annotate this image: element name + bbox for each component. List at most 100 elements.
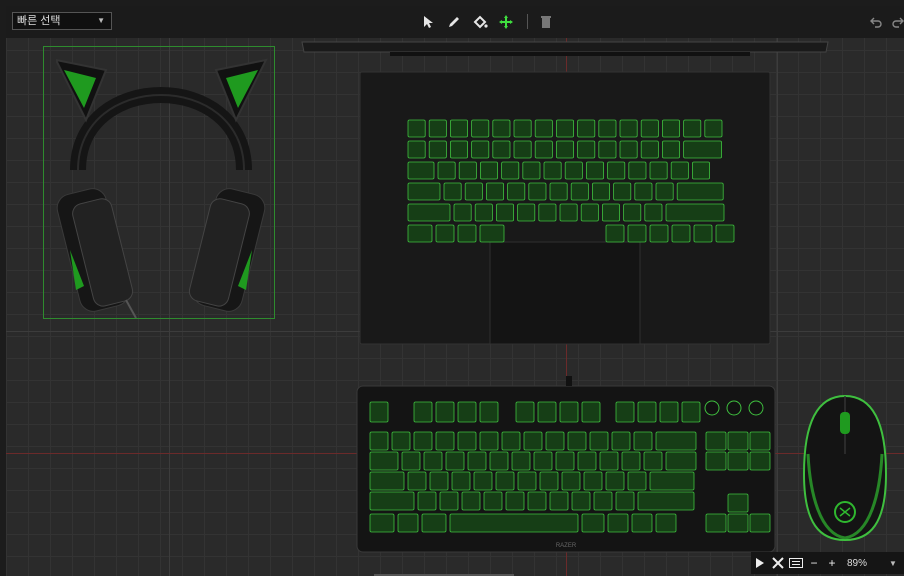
- key[interactable]: [705, 513, 727, 533]
- key[interactable]: [693, 224, 713, 243]
- pointer-tool-button[interactable]: [420, 14, 436, 30]
- key[interactable]: [591, 182, 610, 201]
- key[interactable]: [631, 513, 653, 533]
- key[interactable]: [643, 451, 663, 471]
- headset-device[interactable]: [56, 50, 276, 320]
- key[interactable]: [407, 161, 435, 180]
- key[interactable]: [474, 203, 493, 222]
- key[interactable]: [555, 451, 575, 471]
- key[interactable]: [683, 140, 723, 159]
- key[interactable]: [601, 203, 620, 222]
- key[interactable]: [727, 431, 749, 451]
- key[interactable]: [577, 451, 597, 471]
- key[interactable]: [467, 451, 487, 471]
- key[interactable]: [715, 224, 735, 243]
- key[interactable]: [407, 140, 426, 159]
- key[interactable]: [517, 203, 536, 222]
- key[interactable]: [661, 140, 680, 159]
- key[interactable]: [727, 451, 749, 471]
- key[interactable]: [369, 431, 389, 451]
- key[interactable]: [537, 401, 557, 423]
- key[interactable]: [577, 119, 596, 138]
- key[interactable]: [727, 513, 749, 533]
- key[interactable]: [538, 203, 557, 222]
- key[interactable]: [471, 119, 490, 138]
- key[interactable]: [613, 182, 632, 201]
- key[interactable]: [483, 491, 503, 511]
- key[interactable]: [534, 119, 553, 138]
- key[interactable]: [473, 471, 493, 491]
- delete-button[interactable]: [538, 14, 554, 30]
- key[interactable]: [727, 493, 749, 513]
- key[interactable]: [505, 491, 525, 511]
- key[interactable]: [417, 491, 437, 511]
- key[interactable]: [598, 140, 617, 159]
- key[interactable]: [661, 119, 680, 138]
- key[interactable]: [457, 431, 477, 451]
- key[interactable]: [581, 513, 605, 533]
- key[interactable]: [570, 182, 589, 201]
- key[interactable]: [369, 401, 389, 423]
- play-button[interactable]: [751, 553, 769, 573]
- key[interactable]: [528, 182, 547, 201]
- key[interactable]: [615, 491, 635, 511]
- zoom-out-button[interactable]: −: [805, 553, 823, 573]
- key[interactable]: [534, 140, 553, 159]
- key[interactable]: [397, 513, 419, 533]
- key[interactable]: [369, 491, 415, 511]
- key[interactable]: [681, 401, 701, 423]
- undo-button[interactable]: [868, 14, 884, 30]
- key[interactable]: [564, 161, 583, 180]
- key[interactable]: [561, 471, 581, 491]
- key[interactable]: [449, 119, 468, 138]
- key[interactable]: [581, 401, 601, 423]
- key[interactable]: [479, 431, 499, 451]
- key[interactable]: [495, 471, 515, 491]
- key[interactable]: [413, 431, 433, 451]
- key[interactable]: [640, 140, 659, 159]
- key[interactable]: [522, 161, 541, 180]
- key[interactable]: [567, 431, 587, 451]
- key[interactable]: [407, 471, 427, 491]
- key[interactable]: [527, 491, 547, 511]
- fill-tool-button[interactable]: [472, 14, 488, 30]
- key[interactable]: [457, 401, 477, 423]
- key[interactable]: [449, 513, 579, 533]
- key[interactable]: [471, 140, 490, 159]
- key[interactable]: [705, 451, 727, 471]
- key[interactable]: [479, 401, 499, 423]
- key[interactable]: [461, 491, 481, 511]
- key[interactable]: [749, 451, 771, 471]
- key[interactable]: [539, 471, 559, 491]
- key[interactable]: [407, 182, 441, 201]
- key[interactable]: [549, 182, 568, 201]
- key[interactable]: [649, 471, 695, 491]
- key[interactable]: [598, 119, 617, 138]
- key[interactable]: [621, 451, 641, 471]
- key[interactable]: [515, 401, 535, 423]
- canvas-area[interactable]: 빠른 선택 ▼ RAZER − + 89% ▼: [6, 6, 904, 576]
- key[interactable]: [623, 203, 642, 222]
- key[interactable]: [439, 491, 459, 511]
- key[interactable]: [513, 119, 532, 138]
- key[interactable]: [492, 140, 511, 159]
- key[interactable]: [655, 513, 677, 533]
- key[interactable]: [599, 451, 619, 471]
- key[interactable]: [671, 224, 691, 243]
- key[interactable]: [407, 119, 426, 138]
- key[interactable]: [640, 119, 659, 138]
- key[interactable]: [589, 431, 609, 451]
- key[interactable]: [479, 224, 505, 243]
- key[interactable]: [637, 491, 695, 511]
- key[interactable]: [585, 161, 604, 180]
- key[interactable]: [559, 401, 579, 423]
- key[interactable]: [501, 431, 521, 451]
- key[interactable]: [633, 431, 653, 451]
- pencil-tool-button[interactable]: [446, 14, 462, 30]
- key[interactable]: [655, 182, 674, 201]
- key[interactable]: [749, 431, 771, 451]
- key[interactable]: [523, 431, 543, 451]
- move-tool-button[interactable]: [498, 14, 514, 30]
- key[interactable]: [423, 451, 443, 471]
- key[interactable]: [634, 182, 653, 201]
